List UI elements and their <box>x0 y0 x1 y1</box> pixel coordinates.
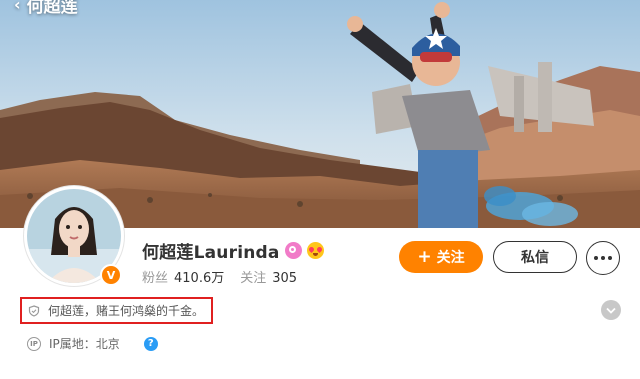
back-header[interactable]: ‹ 何超莲 <box>14 0 78 17</box>
bio-text: 何超莲，赌王何鸿燊的千金。 <box>48 304 205 318</box>
shield-icon <box>28 304 40 317</box>
followers-label: 粉丝 <box>142 271 169 286</box>
more-dots-icon <box>594 256 598 260</box>
ip-location-row: IP IP属地：北京 ? <box>27 335 158 352</box>
following-label: 关注 <box>240 271 267 286</box>
followers-count[interactable]: 410.6万 <box>174 267 224 286</box>
stats-row: 粉丝 410.6万 关注 305 <box>142 267 313 286</box>
follow-button[interactable]: + 关注 <box>399 241 483 273</box>
more-button[interactable] <box>586 241 620 275</box>
pink-circle-badge-icon[interactable] <box>284 242 302 259</box>
message-button[interactable]: 私信 <box>493 241 577 273</box>
bio-highlight-box: 何超莲，赌王何鸿燊的千金。 <box>20 297 213 324</box>
chevron-down-icon[interactable] <box>601 300 621 320</box>
profile-name: 何超莲Laurinda <box>142 243 280 263</box>
plus-icon: + <box>417 246 432 267</box>
message-label: 私信 <box>521 250 549 266</box>
ip-location-text: IP属地：北京 <box>49 337 120 351</box>
help-icon[interactable]: ? <box>143 336 158 351</box>
ip-icon: IP <box>27 336 41 351</box>
heart-eyes-emoji-icon[interactable] <box>306 242 324 259</box>
header-title: 何超莲 <box>26 0 78 17</box>
chevron-left-icon[interactable]: ‹ <box>14 0 21 14</box>
following-count[interactable]: 305 <box>272 271 297 286</box>
follow-label: 关注 <box>436 250 465 266</box>
name-row: 何超莲Laurinda <box>142 238 324 263</box>
verified-badge-icon: V <box>100 264 122 286</box>
